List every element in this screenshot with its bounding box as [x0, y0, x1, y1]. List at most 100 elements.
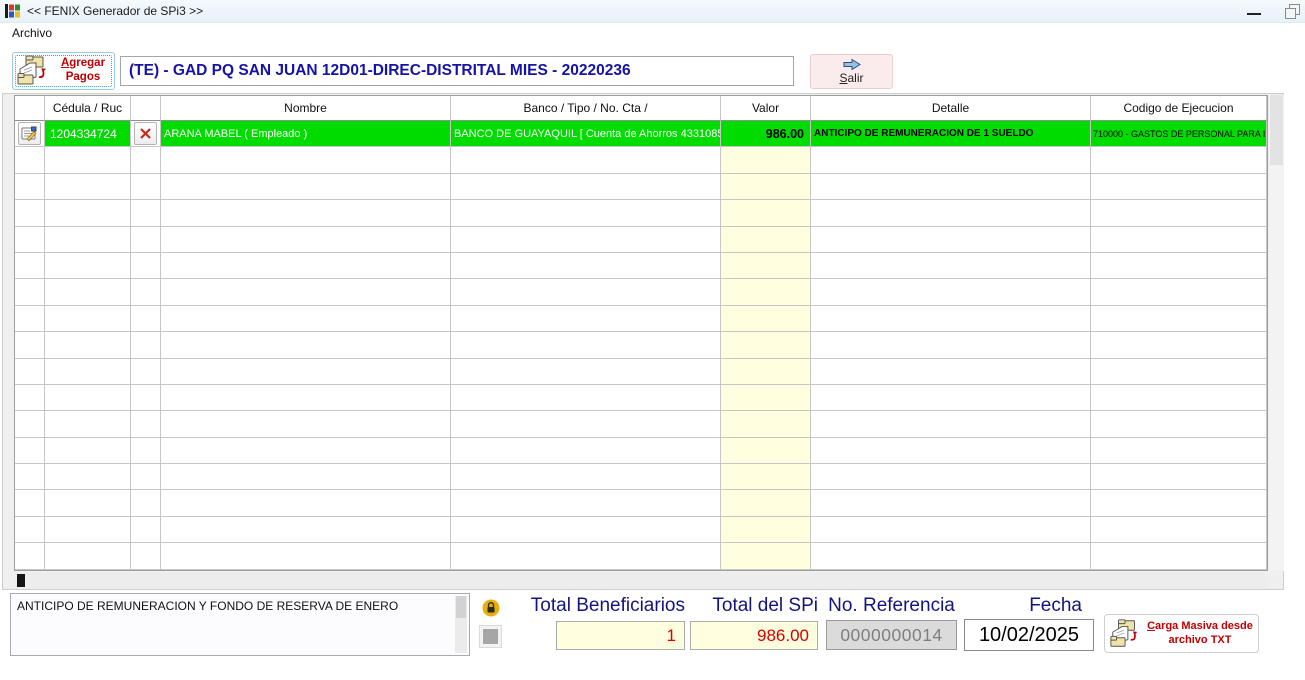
color-swatch-button[interactable] [479, 625, 502, 648]
cell-empty [811, 516, 1091, 544]
cell-empty [1091, 516, 1267, 544]
menu-bar: Archivo [0, 23, 1305, 43]
col-header-cedula: Cédula / Ruc [45, 96, 131, 121]
cell-empty [45, 173, 131, 201]
grid-body: 1204334724 ARANA MABEL ( Empleado ) BANCO … [15, 121, 1267, 570]
cell-empty [161, 490, 451, 517]
cell-empty [45, 543, 131, 570]
cell-empty [811, 411, 1091, 438]
grid-row-empty [15, 305, 1267, 333]
row-edit-button[interactable] [18, 122, 41, 146]
app-window-icon [5, 4, 20, 18]
col-header-codigo: Codigo de Ejecucion [1091, 96, 1267, 121]
cell-empty [1091, 200, 1267, 227]
col-header-blank-left [15, 96, 45, 121]
cell-empty [131, 226, 161, 253]
cell-empty [1091, 147, 1267, 174]
cell-empty [131, 252, 161, 280]
cell-empty [721, 200, 811, 227]
cell-banco: BANCO DE GUAYAQUIL [ Cuenta de Ahorros 4… [451, 121, 721, 148]
cell-empty [721, 490, 811, 517]
cell-empty [721, 358, 811, 385]
grid-row-empty [15, 147, 1267, 174]
cell-empty [15, 516, 45, 544]
cell-empty [811, 279, 1091, 306]
cell-empty [161, 305, 451, 333]
cell-empty [45, 411, 131, 438]
grid-row[interactable]: 1204334724 ARANA MABEL ( Empleado ) BANCO … [15, 121, 1267, 148]
cell-empty [721, 543, 811, 570]
cell-empty [131, 200, 161, 227]
cell-empty [1091, 464, 1267, 491]
horizontal-scroll-thumb[interactable] [17, 574, 25, 587]
fecha-field[interactable]: 10/02/2025 [964, 619, 1094, 651]
cell-empty [811, 384, 1091, 412]
cell-empty [45, 464, 131, 491]
cell-empty [15, 411, 45, 438]
grid-row-empty [15, 543, 1267, 570]
minimize-button[interactable] [1240, 0, 1268, 22]
cell-empty [811, 490, 1091, 517]
cell-empty [451, 411, 721, 438]
cell-empty [721, 411, 811, 438]
cell-codigo: 710000 - GASTOS DE PERSONAL PARA INVERSI [1091, 121, 1267, 148]
cell-empty [811, 305, 1091, 333]
restore-button[interactable] [1280, 0, 1305, 22]
cell-empty [811, 437, 1091, 465]
vertical-scroll-thumb[interactable] [1270, 95, 1283, 165]
cell-empty [15, 490, 45, 517]
row-delete-button[interactable] [134, 122, 157, 146]
cell-empty [161, 200, 451, 227]
referencia-label: No. Referencia [828, 595, 955, 616]
cell-empty [15, 305, 45, 333]
cell-empty [1091, 411, 1267, 438]
cell-valor: 986.00 [721, 121, 811, 148]
cell-empty [131, 358, 161, 385]
cell-empty [161, 384, 451, 412]
cell-empty [451, 279, 721, 306]
cell-empty [811, 173, 1091, 201]
descripcion-scrollbar[interactable] [455, 596, 467, 653]
grid-row-empty [15, 252, 1267, 280]
cell-empty [1091, 384, 1267, 412]
cell-empty [45, 332, 131, 359]
grid-row-empty [15, 226, 1267, 253]
cell-empty [161, 226, 451, 253]
cell-empty [811, 543, 1091, 570]
col-header-nombre: Nombre [161, 96, 451, 121]
grid-row-empty [15, 516, 1267, 544]
salir-button[interactable]: Salir [810, 54, 893, 89]
cell-empty [45, 358, 131, 385]
cell-empty [811, 226, 1091, 253]
title-bar: << FENIX Generador de SPi3 >> [0, 0, 1305, 23]
menu-archivo[interactable]: Archivo [8, 25, 56, 41]
cell-empty [45, 279, 131, 306]
cell-empty [1091, 543, 1267, 570]
carga-masiva-button[interactable]: Carga Masiva desde archivo TXT [1104, 614, 1259, 653]
cell-empty [451, 226, 721, 253]
cell-empty [131, 305, 161, 333]
descripcion-textarea[interactable]: ANTICIPO DE REMUNERACION Y FONDO DE RESE… [10, 593, 470, 656]
grid-row-empty [15, 173, 1267, 201]
cell-empty [161, 173, 451, 201]
cell-empty [15, 226, 45, 253]
cell-empty [721, 173, 811, 201]
delete-x-icon [140, 128, 151, 139]
grid-row-empty [15, 384, 1267, 412]
cell-nombre: ARANA MABEL ( Empleado ) [161, 121, 451, 148]
cell-empty [45, 226, 131, 253]
lock-icon [482, 599, 500, 617]
cell-empty [451, 173, 721, 201]
col-header-valor: Valor [721, 96, 811, 121]
cell-empty [45, 305, 131, 333]
cell-empty [1091, 358, 1267, 385]
cell-empty [45, 516, 131, 544]
agregar-pagos-button[interactable]: Agregar Pagos [12, 52, 115, 90]
grid-horizontal-scrollbar[interactable] [14, 573, 1268, 588]
cell-empty [811, 464, 1091, 491]
entity-name-field[interactable]: (TE) - GAD PQ SAN JUAN 12D01-DIREC-DISTR… [120, 56, 794, 86]
payments-grid[interactable]: Cédula / Ruc Nombre Banco / Tipo / No. Cta… [14, 95, 1268, 571]
cell-empty [811, 200, 1091, 227]
cell-empty [451, 200, 721, 227]
grid-vertical-scrollbar[interactable] [1269, 95, 1284, 571]
